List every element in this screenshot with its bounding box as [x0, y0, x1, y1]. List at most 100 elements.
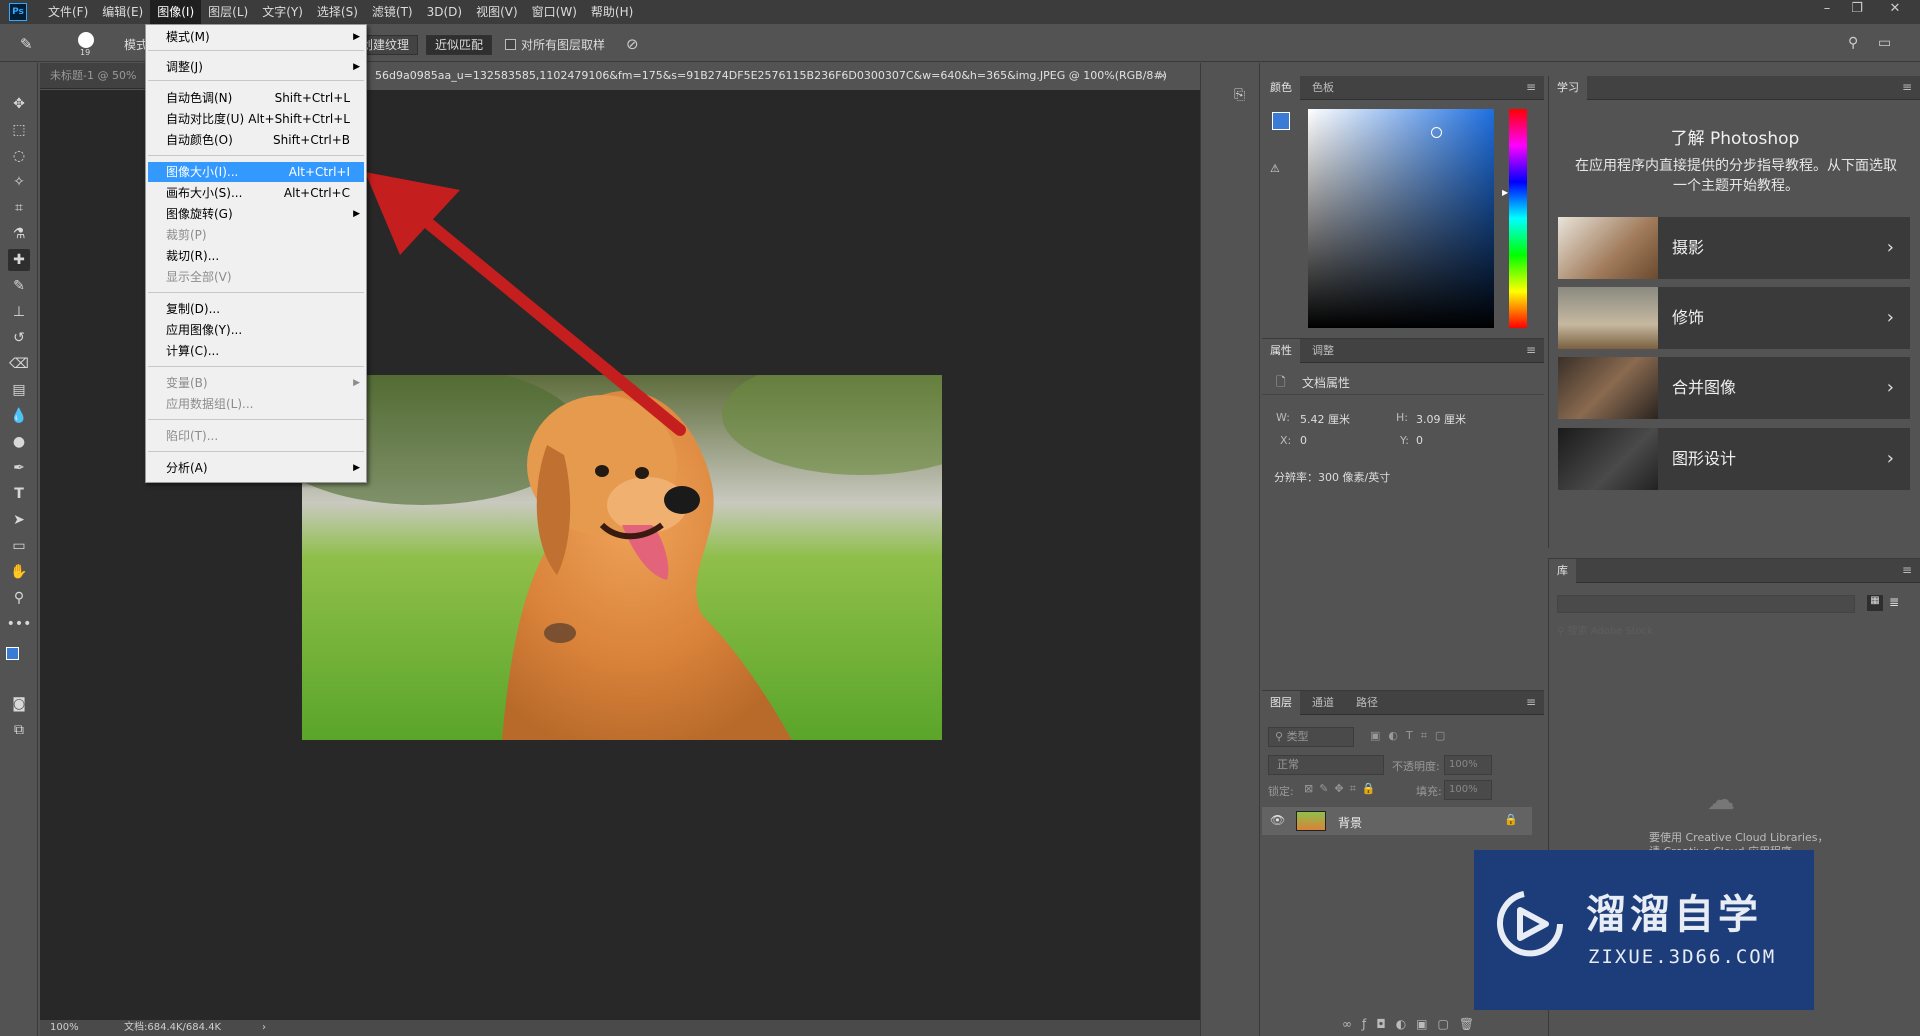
stock-search-input[interactable]: ⚲ 搜索 Adobe Stock — [1557, 623, 1913, 641]
menu-item-auto-color[interactable]: 自动颜色(O) Shift+Ctrl+B — [148, 130, 364, 150]
library-select[interactable] — [1557, 595, 1855, 613]
panel-menu-icon[interactable]: ≡ — [1526, 695, 1536, 709]
menu-item-mode[interactable]: 模式(M) ▶ — [148, 27, 364, 47]
panel-menu-icon[interactable]: ≡ — [1526, 343, 1536, 357]
y-value[interactable]: 0 — [1416, 434, 1423, 447]
learn-card-photography[interactable]: 摄影 › — [1558, 217, 1910, 279]
document-image[interactable] — [302, 375, 942, 740]
menu-item-image-rotation[interactable]: 图像旋转(G) ▶ — [148, 204, 364, 224]
hue-slider[interactable] — [1509, 109, 1527, 328]
color-picker-cursor[interactable] — [1431, 127, 1442, 138]
panel-menu-icon[interactable]: ≡ — [1902, 80, 1912, 94]
tab-untitled[interactable]: 未标题-1 @ 50% — [40, 63, 152, 89]
brush-tool-icon[interactable]: ✎ — [8, 275, 30, 297]
close-window-icon[interactable]: ✕ — [1880, 0, 1910, 20]
grid-view-icon[interactable]: ▦ — [1867, 595, 1883, 611]
brush-preview-icon[interactable] — [78, 32, 94, 48]
learn-card-graphic-design[interactable]: 图形设计 › — [1558, 428, 1910, 490]
proximity-match-button[interactable]: 近似匹配 — [426, 35, 493, 55]
tab-swatches[interactable]: 色板 — [1304, 76, 1342, 100]
layer-actions-icons[interactable]: ∞ƒ◘◐▣▢🗑 — [1342, 1017, 1484, 1031]
visibility-eye-icon[interactable]: 👁 — [1270, 813, 1285, 827]
type-tool-icon[interactable]: T — [8, 483, 30, 505]
menu-select[interactable]: 选择(S) — [310, 0, 365, 24]
healing-brush-icon[interactable]: ✎ — [20, 35, 42, 55]
menu-item-analysis[interactable]: 分析(A) ▶ — [148, 458, 364, 478]
screen-mode-icon[interactable]: ⧉ — [8, 719, 30, 741]
tab-dog-image[interactable]: 56d9a0985aa_u=132583585,1102479106&fm=17… — [365, 63, 1200, 89]
status-arrow-icon[interactable]: › — [262, 1020, 266, 1036]
width-value[interactable]: 5.42 厘米 — [1300, 411, 1350, 427]
workspace-icon[interactable]: ▭ — [1878, 35, 1891, 51]
menu-window[interactable]: 窗口(W) — [525, 0, 584, 24]
fg-color-swatch[interactable] — [1272, 112, 1290, 130]
tab-learn[interactable]: 学习 — [1549, 76, 1587, 100]
restore-icon[interactable]: ❐ — [1842, 0, 1872, 20]
pen-tool-icon[interactable]: ✒ — [8, 457, 30, 479]
blur-tool-icon[interactable]: 💧 — [8, 405, 30, 427]
fill-input[interactable]: 100% — [1444, 780, 1492, 800]
foreground-color-swatch[interactable] — [6, 647, 19, 660]
menu-item-trim[interactable]: 裁切(R)... — [148, 246, 364, 266]
stamp-tool-icon[interactable]: ⊥ — [8, 301, 30, 323]
layer-filter-icons[interactable]: ▣◐T⌗▢ — [1370, 729, 1453, 743]
minimize-icon[interactable]: – — [1812, 0, 1842, 20]
menu-item-canvas-size[interactable]: 画布大小(S)... Alt+Ctrl+C — [148, 183, 364, 203]
opacity-input[interactable]: 100% — [1444, 755, 1492, 775]
history-brush-tool-icon[interactable]: ↺ — [8, 327, 30, 349]
hue-marker-icon[interactable]: ▶ — [1502, 188, 1508, 197]
menu-filter[interactable]: 滤镜(T) — [365, 0, 420, 24]
move-tool-icon[interactable]: ✥ — [8, 93, 30, 115]
layer-name[interactable]: 背景 — [1338, 814, 1362, 831]
panel-menu-icon[interactable]: ≡ — [1526, 80, 1536, 94]
path-select-tool-icon[interactable]: ➤ — [8, 509, 30, 531]
quick-select-tool-icon[interactable]: ✧ — [8, 171, 30, 193]
eraser-tool-icon[interactable]: ⌫ — [8, 353, 30, 375]
tab-color[interactable]: 颜色 — [1262, 76, 1300, 100]
lasso-tool-icon[interactable]: ◌ — [8, 145, 30, 167]
more-tools-icon[interactable]: ••• — [7, 613, 32, 635]
x-value[interactable]: 0 — [1300, 434, 1307, 447]
menu-item-image-size[interactable]: 图像大小(I)... Alt+Ctrl+I — [148, 162, 364, 182]
blend-mode-select[interactable]: 正常 — [1268, 755, 1384, 775]
height-value[interactable]: 3.09 厘米 — [1416, 411, 1466, 427]
layer-filter-select[interactable]: ⚲ 类型 — [1268, 727, 1354, 747]
list-view-icon[interactable]: ≣ — [1889, 595, 1899, 609]
zoom-tool-icon[interactable]: ⚲ — [8, 587, 30, 609]
menu-type[interactable]: 文字(Y) — [255, 0, 310, 24]
tab-adjustments[interactable]: 调整 — [1304, 339, 1342, 363]
layer-row-background[interactable]: 👁 背景 🔒 — [1262, 807, 1532, 835]
menu-view[interactable]: 视图(V) — [469, 0, 525, 24]
menu-layer[interactable]: 图层(L) — [201, 0, 255, 24]
crop-tool-icon[interactable]: ⌗ — [8, 197, 30, 219]
tab-close-icon[interactable]: × — [1158, 69, 1167, 82]
tab-properties[interactable]: 属性 — [1262, 339, 1300, 363]
menu-item-apply-image[interactable]: 应用图像(Y)... — [148, 320, 364, 340]
menu-item-duplicate[interactable]: 复制(D)... — [148, 299, 364, 319]
marquee-tool-icon[interactable]: ⬚ — [8, 119, 30, 141]
quick-mask-icon[interactable]: ◙ — [8, 693, 30, 715]
menu-item-adjust[interactable]: 调整(J) ▶ — [148, 57, 364, 77]
color-field[interactable] — [1308, 109, 1494, 328]
tab-channels[interactable]: 通道 — [1304, 691, 1342, 715]
menu-help[interactable]: 帮助(H) — [584, 0, 640, 24]
menu-3d[interactable]: 3D(D) — [420, 0, 469, 24]
learn-card-retouch[interactable]: 修饰 › — [1558, 287, 1910, 349]
menu-item-calculations[interactable]: 计算(C)... — [148, 341, 364, 361]
dodge-tool-icon[interactable]: ● — [8, 431, 30, 453]
tab-paths[interactable]: 路径 — [1348, 691, 1386, 715]
sample-all-checkbox[interactable] — [505, 39, 516, 50]
pressure-icon[interactable]: ⊘ — [626, 35, 639, 53]
menu-file[interactable]: 文件(F) — [41, 0, 95, 24]
menu-image[interactable]: 图像(I) — [150, 0, 202, 24]
healing-brush-tool-icon[interactable]: ✚ — [8, 249, 30, 271]
tab-libraries[interactable]: 库 — [1549, 559, 1576, 583]
eyedropper-tool-icon[interactable]: ⚗ — [8, 223, 30, 245]
hand-tool-icon[interactable]: ✋ — [8, 561, 30, 583]
tab-layers[interactable]: 图层 — [1262, 691, 1300, 715]
learn-card-combine[interactable]: 合并图像 › — [1558, 357, 1910, 419]
menu-edit[interactable]: 编辑(E) — [95, 0, 150, 24]
history-panel-icon[interactable]: ⎘ — [1234, 87, 1245, 103]
menu-item-auto-tone[interactable]: 自动色调(N) Shift+Ctrl+L — [148, 88, 364, 108]
panel-menu-icon[interactable]: ≡ — [1902, 563, 1912, 577]
